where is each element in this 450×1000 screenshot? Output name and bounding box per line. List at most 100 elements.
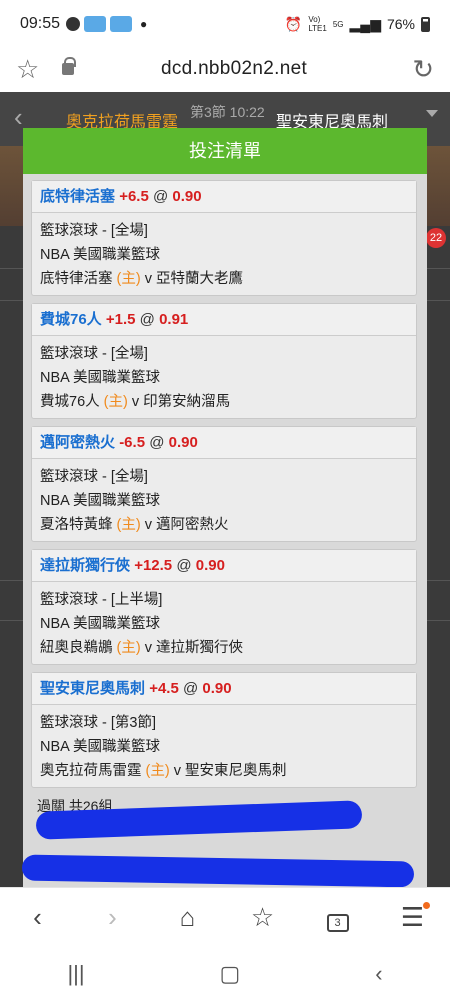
bet-card[interactable]: 達拉斯獨行俠 +12.5 @ 0.90 籃球滾球 - [上半場] NBA 美國職… <box>31 549 417 665</box>
bet-market: 籃球滾球 - [全場] <box>40 469 148 485</box>
battery-icon <box>421 16 430 32</box>
at-sign: @ <box>152 188 169 205</box>
bet-card[interactable]: 聖安東尼奧馬刺 +4.5 @ 0.90 籃球滾球 - [第3節] NBA 美國職… <box>31 672 417 788</box>
bet-handicap: +1.5 <box>105 311 136 328</box>
away-team: 印第安納溜馬 <box>143 394 231 410</box>
bet-slip-modal: 投注清單 底特律活塞 +6.5 @ 0.90 籃球滾球 - [全場] NBA 美… <box>23 128 427 887</box>
bet-matchup: 費城76人 (主) v 印第安納溜馬 <box>40 390 408 414</box>
bet-odds: 0.90 <box>202 680 232 697</box>
tabs-icon: 3 <box>326 914 349 932</box>
bet-handicap: +4.5 <box>149 680 179 697</box>
bet-team: 底特律活塞 <box>40 188 116 205</box>
bet-market: 籃球滾球 - [全場] <box>40 223 148 239</box>
home-team: 奧克拉荷馬雷霆 <box>40 763 142 779</box>
vs-label: v <box>144 517 152 533</box>
vs-label: v <box>144 640 152 656</box>
at-sign: @ <box>176 557 192 574</box>
home-tag: (主) <box>116 271 141 287</box>
bet-selection: 達拉斯獨行俠 +12.5 @ 0.90 <box>32 550 416 582</box>
notification-icon <box>84 16 107 32</box>
bet-odds: 0.90 <box>168 434 198 451</box>
star-icon[interactable]: ☆ <box>16 54 56 85</box>
bet-league: NBA 美國職業籃球 <box>40 616 161 632</box>
tabs-button[interactable]: 3 <box>313 902 363 933</box>
lte-label: LTE1 <box>308 24 327 33</box>
bet-league: NBA 美國職業籃球 <box>40 739 161 755</box>
bet-team: 費城76人 <box>40 311 102 328</box>
bet-card[interactable]: 費城76人 +1.5 @ 0.91 籃球滾球 - [全場] NBA 美國職業籃球… <box>31 303 417 419</box>
more-notifications-icon: ● <box>140 17 148 31</box>
bet-selection: 聖安東尼奧馬刺 +4.5 @ 0.90 <box>32 673 416 705</box>
bet-odds: 0.90 <box>172 188 202 205</box>
away-team: 邁阿密熱火 <box>156 517 229 533</box>
alarm-icon: ⏰ <box>284 15 303 32</box>
chat-icon <box>66 17 81 31</box>
away-team: 達拉斯獨行俠 <box>156 640 244 656</box>
bet-card[interactable]: 底特律活塞 +6.5 @ 0.90 籃球滾球 - [全場] NBA 美國職業籃球… <box>31 180 417 296</box>
reload-icon[interactable]: ↻ <box>394 54 434 85</box>
home-tag: (主) <box>103 394 128 410</box>
at-sign: @ <box>139 311 155 328</box>
bet-handicap: +12.5 <box>134 557 173 574</box>
home-tag: (主) <box>145 763 170 779</box>
at-sign: @ <box>182 680 199 697</box>
bet-selection: 費城76人 +1.5 @ 0.91 <box>32 304 416 336</box>
match-period: 第3節 10:22 <box>190 104 265 120</box>
home-tag: (主) <box>116 517 141 533</box>
bet-team: 達拉斯獨行俠 <box>40 557 131 574</box>
status-bar: 09:55 ● ⏰ Vo) LTE1 5G ▂▄▆ 76% <box>0 0 450 48</box>
menu-notification-dot <box>422 902 430 909</box>
vs-label: v <box>173 763 181 779</box>
back-icon[interactable]: ‹ <box>14 102 23 133</box>
bet-league: NBA 美國職業籃球 <box>40 370 161 386</box>
bet-selection: 底特律活塞 +6.5 @ 0.90 <box>32 181 416 213</box>
volte-label: Vo) <box>308 15 321 24</box>
system-back-icon[interactable]: ‹ <box>375 961 382 987</box>
bet-team: 聖安東尼奧馬刺 <box>40 680 146 697</box>
bet-league: NBA 美國職業籃球 <box>40 247 161 263</box>
at-sign: @ <box>149 434 165 451</box>
bet-matchup: 夏洛特黃蜂 (主) v 邁阿密熱火 <box>40 513 408 537</box>
chevron-down-icon[interactable] <box>426 110 438 117</box>
system-nav-bar: ||| ▢ ‹ <box>0 947 450 1000</box>
bet-selection: 邁阿密熱火 -6.5 @ 0.90 <box>32 427 416 459</box>
bet-team: 邁阿密熱火 <box>40 434 116 451</box>
lock-icon[interactable] <box>62 57 76 75</box>
bet-market: 籃球滾球 - [上半場] <box>40 592 163 608</box>
back-icon[interactable]: ‹ <box>13 902 63 933</box>
5g-icon: 5G <box>332 19 344 29</box>
home-team: 夏洛特黃蜂 <box>40 517 113 533</box>
bet-card[interactable]: 邁阿密熱火 -6.5 @ 0.90 籃球滾球 - [全場] NBA 美國職業籃球… <box>31 426 417 542</box>
vs-label: v <box>144 271 152 287</box>
count-badge: 22 <box>426 228 446 248</box>
volte-icon: Vo) LTE1 <box>308 15 327 33</box>
away-team: 聖安東尼奧馬刺 <box>185 763 287 779</box>
bet-market: 籃球滾球 - [第3節] <box>40 715 157 731</box>
bet-odds: 0.91 <box>159 311 189 328</box>
bet-handicap: +6.5 <box>119 188 149 205</box>
home-circle-icon[interactable]: ▢ <box>220 961 241 987</box>
home-team: 紐奧良鵜鶘 <box>40 640 113 656</box>
recents-icon[interactable]: ||| <box>67 961 84 987</box>
notification-icon <box>110 16 133 32</box>
bookmarks-icon[interactable]: ☆ <box>238 902 288 933</box>
signal-icon: ▂▄▆ <box>349 15 381 32</box>
bet-handicap: -6.5 <box>119 434 146 451</box>
home-icon[interactable]: ⌂ <box>163 902 213 933</box>
menu-icon[interactable]: ☰ <box>388 902 438 933</box>
bet-matchup: 底特律活塞 (主) v 亞特蘭大老鷹 <box>40 267 408 291</box>
url-bar: ☆ dcd.nbb02n2.net ↻ <box>0 48 450 90</box>
home-tag: (主) <box>116 640 141 656</box>
away-team: 亞特蘭大老鷹 <box>156 271 244 287</box>
url-text[interactable]: dcd.nbb02n2.net <box>74 58 394 80</box>
bet-league: NBA 美國職業籃球 <box>40 493 161 509</box>
bet-market: 籃球滾球 - [全場] <box>40 346 148 362</box>
home-team: 底特律活塞 <box>40 271 113 287</box>
bet-odds: 0.90 <box>195 557 225 574</box>
vs-label: v <box>131 394 140 410</box>
home-team: 費城76人 <box>40 394 100 410</box>
status-time: 09:55 <box>20 15 61 32</box>
forward-icon[interactable]: › <box>88 902 138 933</box>
bet-matchup: 紐奧良鵜鶘 (主) v 達拉斯獨行俠 <box>40 636 408 660</box>
bet-matchup: 奧克拉荷馬雷霆 (主) v 聖安東尼奧馬刺 <box>40 759 408 783</box>
